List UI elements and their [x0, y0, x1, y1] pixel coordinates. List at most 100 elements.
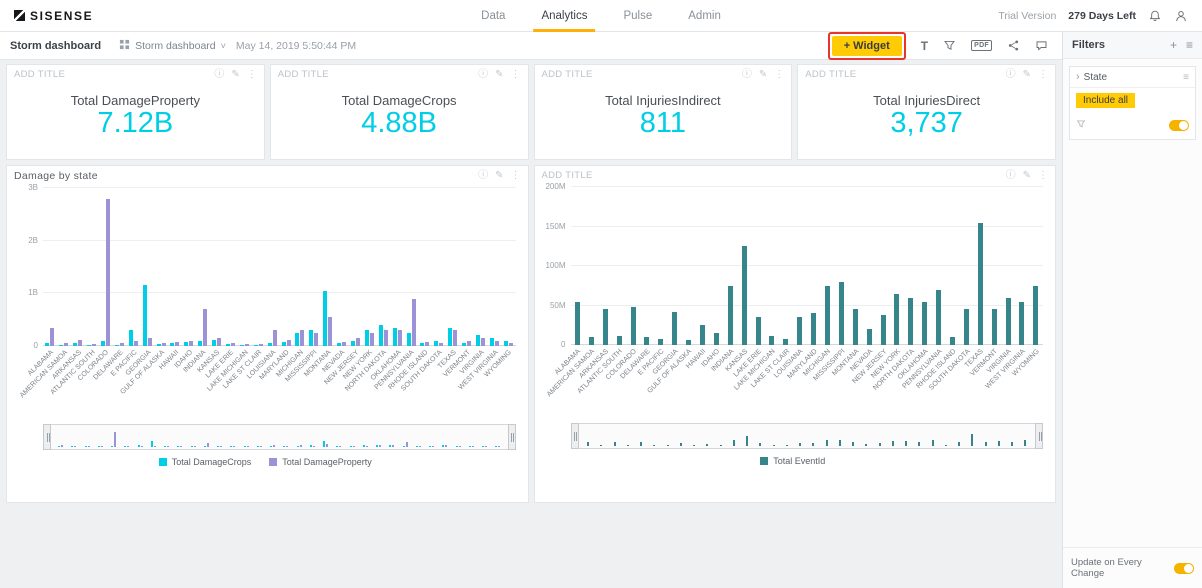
bar-group[interactable] [1029, 187, 1043, 345]
bar-group[interactable] [793, 187, 807, 345]
bar[interactable] [616, 335, 622, 345]
nav-item-admin[interactable]: Admin [688, 0, 721, 32]
bar-group[interactable] [182, 188, 196, 346]
user-profile-icon[interactable] [1174, 9, 1188, 23]
kpi-widget-damage-crops[interactable]: ADD TITLE ⓘ ✎ ⋮ Total DamageCrops 4.88B [269, 64, 529, 160]
bar[interactable] [838, 281, 844, 345]
bar-group[interactable] [626, 187, 640, 345]
bar-group[interactable] [43, 188, 57, 346]
navigator-right-handle[interactable] [1035, 423, 1043, 449]
bar[interactable] [397, 330, 402, 346]
info-icon[interactable]: ⓘ [214, 69, 224, 80]
bar-group[interactable] [654, 187, 668, 345]
edit-pencil-icon[interactable]: ✎ [495, 171, 503, 181]
bar[interactable] [309, 330, 314, 346]
bar[interactable] [392, 327, 397, 346]
bar-group[interactable] [723, 187, 737, 345]
bar-group[interactable] [265, 188, 279, 346]
bar-group[interactable] [765, 187, 779, 345]
bar[interactable] [574, 301, 580, 345]
bar[interactable] [142, 285, 147, 346]
bar-group[interactable] [751, 187, 765, 345]
bar[interactable] [727, 285, 733, 345]
bar[interactable] [448, 327, 453, 346]
share-icon[interactable] [1007, 39, 1020, 52]
bar[interactable] [406, 332, 411, 346]
widget-title-placeholder[interactable]: ADD TITLE [278, 69, 329, 80]
bar[interactable] [411, 298, 416, 346]
bar[interactable] [699, 325, 705, 345]
text-widget-icon[interactable]: T [921, 39, 928, 53]
info-icon[interactable]: ⓘ [478, 171, 488, 181]
add-widget-button[interactable]: + Widget [831, 35, 902, 56]
bar-group[interactable] [390, 188, 404, 346]
bar[interactable] [300, 330, 305, 346]
bar[interactable] [644, 337, 650, 345]
bar-group[interactable] [99, 188, 113, 346]
bar[interactable] [1019, 301, 1025, 345]
more-options-icon[interactable]: ⋮ [1038, 170, 1048, 181]
bar-group[interactable] [682, 187, 696, 345]
bar[interactable] [295, 332, 300, 346]
bar-group[interactable] [432, 188, 446, 346]
bar[interactable] [588, 337, 594, 345]
bar[interactable] [476, 335, 481, 346]
bar[interactable] [769, 335, 775, 345]
info-icon[interactable]: ⓘ [742, 69, 752, 80]
comment-icon[interactable] [1035, 39, 1048, 52]
chart-navigator[interactable] [43, 424, 516, 450]
nav-item-analytics[interactable]: Analytics [533, 0, 596, 32]
bar-group[interactable] [807, 187, 821, 345]
bar-group[interactable] [737, 187, 751, 345]
bar[interactable] [880, 314, 886, 345]
navigator-right-handle[interactable] [507, 424, 516, 450]
bar[interactable] [314, 332, 319, 346]
bar[interactable] [852, 309, 858, 345]
legend-entry[interactable]: Total DamageCrops [158, 457, 251, 467]
bar-group[interactable] [418, 188, 432, 346]
bar-group[interactable] [987, 187, 1001, 345]
bar-group[interactable] [321, 188, 335, 346]
update-on-change-toggle[interactable] [1174, 562, 1194, 574]
bar[interactable] [991, 309, 997, 345]
bar[interactable] [936, 289, 942, 345]
bar[interactable] [369, 332, 374, 346]
nav-item-data[interactable]: Data [481, 0, 505, 32]
navigator-left-handle[interactable] [570, 423, 579, 449]
bar-group[interactable] [446, 188, 460, 346]
bar[interactable] [741, 246, 747, 345]
bar[interactable] [630, 307, 636, 345]
bar[interactable] [672, 311, 678, 345]
bar-group[interactable] [168, 188, 182, 346]
bar-group[interactable] [640, 187, 654, 345]
export-pdf-icon[interactable]: PDF [971, 40, 992, 51]
bar-group[interactable] [335, 188, 349, 346]
bar-group[interactable] [210, 188, 224, 346]
bar-group[interactable] [932, 187, 946, 345]
more-options-icon[interactable]: ⋮ [511, 69, 521, 80]
bar-group[interactable] [779, 187, 793, 345]
bar[interactable] [147, 338, 152, 346]
bar-group[interactable] [376, 188, 390, 346]
bar-group[interactable] [460, 188, 474, 346]
bar-group[interactable] [474, 188, 488, 346]
widget-title[interactable]: Damage by state [14, 170, 98, 182]
legend-entry[interactable]: Total DamageProperty [269, 457, 372, 467]
edit-pencil-icon[interactable]: ✎ [495, 69, 503, 80]
bar-group[interactable] [821, 187, 835, 345]
bar-group[interactable] [1001, 187, 1015, 345]
bar[interactable] [489, 338, 494, 346]
bar[interactable] [866, 329, 872, 345]
bar-group[interactable] [404, 188, 418, 346]
bar-group[interactable] [696, 187, 710, 345]
chart-widget-damage-by-state[interactable]: Damage by state ⓘ ✎ ⋮ 3B 2B 1B 0 ALABAMA AME… [6, 165, 529, 503]
filter-options-icon[interactable]: ≡ [1183, 72, 1189, 83]
chart-widget-event-count[interactable]: ADD TITLE ⓘ ✎ ⋮ 200M 150M 100M 50M 0 ALABAMA… [533, 165, 1056, 503]
filter-funnel-small-icon[interactable] [1076, 116, 1086, 134]
notifications-bell-icon[interactable] [1148, 9, 1162, 23]
bar[interactable] [977, 222, 983, 345]
add-filter-icon[interactable]: + [1170, 39, 1177, 51]
filter-card-state[interactable]: › State ≡ Include all [1069, 66, 1196, 140]
bar-group[interactable] [196, 188, 210, 346]
sisense-logo[interactable]: SISENSE [14, 9, 93, 23]
